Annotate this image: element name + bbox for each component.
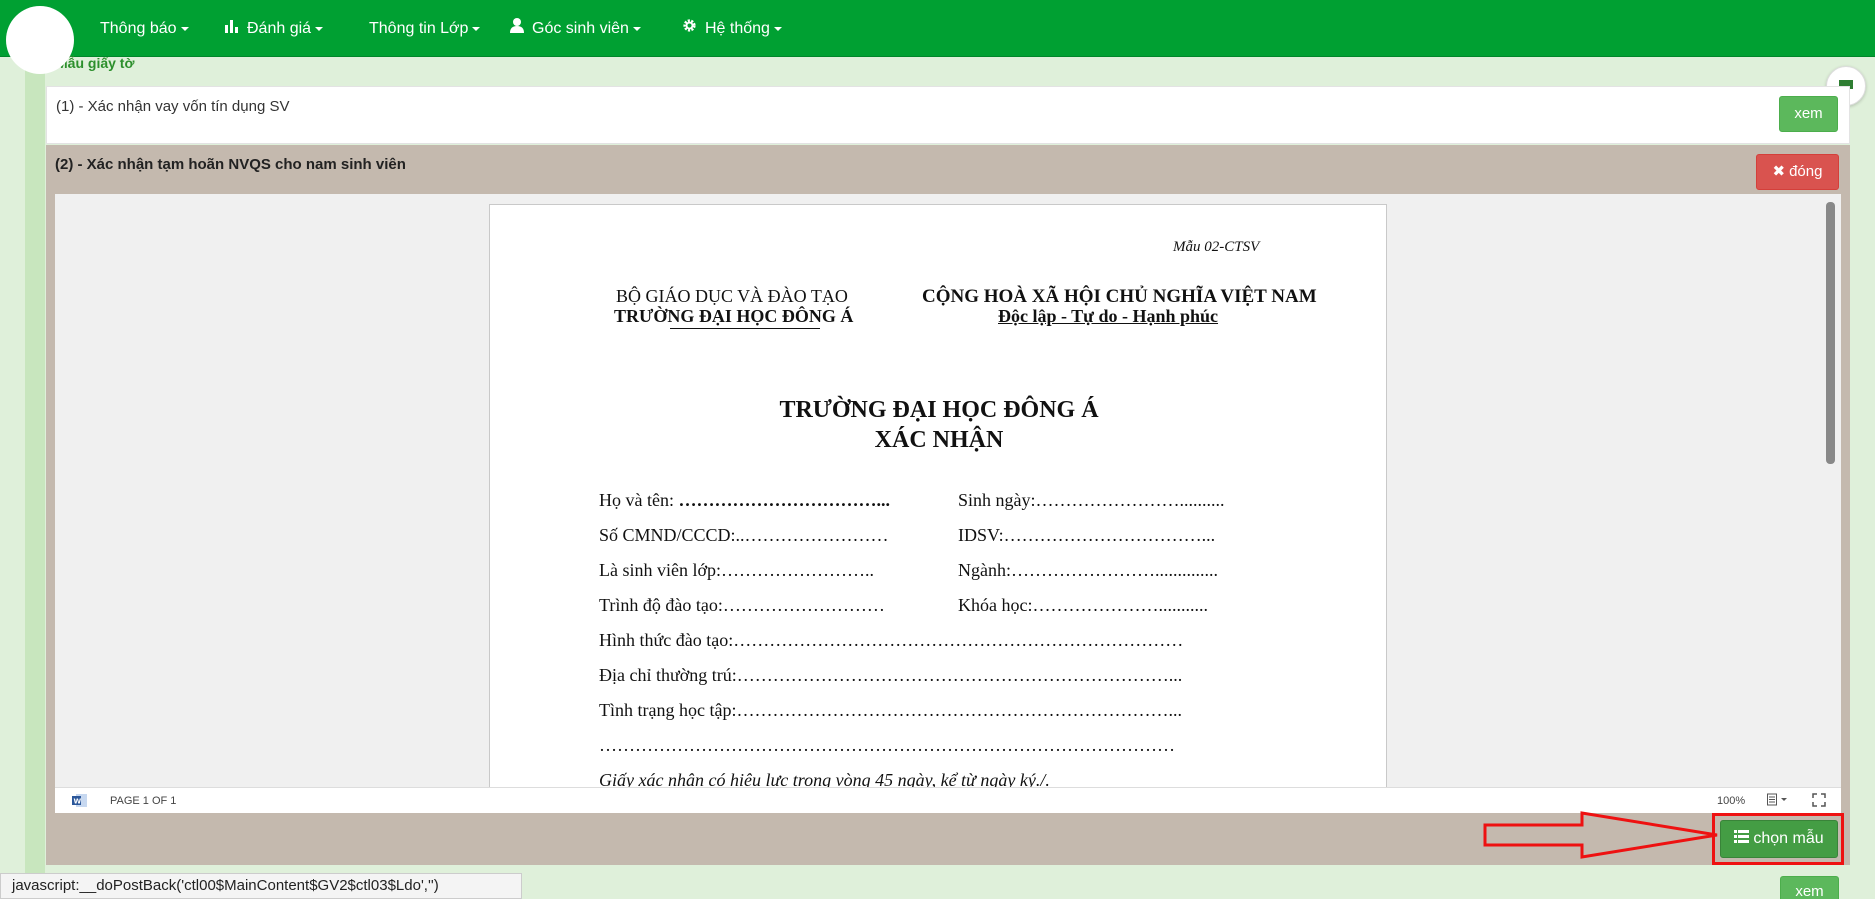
nav-goc-sinh-vien-label: Góc sinh viên (532, 20, 629, 37)
field-study-status: Tình trạng học tập:………………………………………………………… (599, 700, 1182, 720)
bar-chart-icon (225, 0, 239, 57)
form-item-2: (2) - Xác nhận tạm hoãn NVQS cho nam sin… (46, 145, 1850, 865)
view-button-1[interactable]: xem (1779, 96, 1838, 132)
caret-down-icon (472, 26, 481, 31)
header-underline (670, 328, 820, 329)
field-birth-date: Sinh ngày:…………………….......... (958, 490, 1225, 510)
choose-template-button[interactable]: chọn mẫu (1720, 820, 1838, 858)
school-header: TRƯỜNG ĐẠI HỌC ĐÔNG Á (614, 306, 854, 326)
fullscreen-icon[interactable] (1812, 793, 1826, 810)
document-title-school: TRƯỜNG ĐẠI HỌC ĐÔNG Á (779, 397, 1099, 423)
word-icon: W (72, 793, 87, 811)
close-icon: ✖ (1772, 163, 1786, 180)
gear-icon (682, 0, 697, 57)
view-button-3[interactable]: xem (1780, 876, 1839, 899)
user-icon (510, 0, 524, 57)
school-logo[interactable] (6, 6, 74, 74)
nav-thong-bao-label: Thông báo (100, 20, 177, 37)
ministry-name: BỘ GIÁO DỤC VÀ ĐÀO TẠO (616, 286, 848, 306)
field-full-name: Họ và tên: ……………………………... (599, 490, 890, 511)
nav-he-thong-label: Hệ thống (705, 20, 770, 37)
nav-he-thong[interactable]: Hệ thống (682, 0, 782, 57)
caret-down-icon (773, 26, 782, 31)
field-training-level: Trình độ đào tạo:……………………… (599, 595, 885, 615)
field-training-form: Hình thức đào tạo:…………………………………………………………… (599, 630, 1184, 650)
top-navbar: Thông báo Đánh giá Thông tin Lớp Góc sin… (0, 0, 1875, 57)
nav-thong-tin-lop-label: Thông tin Lớp (369, 20, 469, 37)
form-item-1: (1) - Xác nhận vay vốn tín dụng SV xem (46, 86, 1850, 144)
close-button[interactable]: ✖ đóng (1756, 154, 1839, 190)
caret-down-icon (632, 26, 641, 31)
document-page: Mẫu 02-CTSV BỘ GIÁO DỤC VÀ ĐÀO TẠO TRƯỜN… (489, 204, 1387, 804)
nav-danh-gia-label: Đánh giá (247, 20, 312, 37)
svg-text:W: W (74, 798, 82, 806)
field-class: Là sinh viên lớp:…………………….. (599, 560, 875, 580)
caret-down-icon (315, 26, 324, 31)
zoom-level[interactable]: 100% (1717, 795, 1745, 807)
national-motto: Độc lập - Tự do - Hạnh phúc (998, 306, 1219, 326)
nav-danh-gia[interactable]: Đánh giá (225, 0, 324, 57)
nav-goc-sinh-vien[interactable]: Góc sinh viên (510, 0, 641, 57)
choose-template-label: chọn mẫu (1753, 830, 1824, 848)
panel-side-strip (25, 57, 45, 899)
view-mode-icon[interactable] (1767, 793, 1789, 810)
nav-thong-tin-lop[interactable]: Thông tin Lớp (369, 0, 481, 57)
browser-status-bar: javascript:__doPostBack('ctl00$MainConte… (0, 873, 522, 899)
field-idsv: IDSV:……………………………... (958, 525, 1216, 545)
document-title: XÁC NHẬN (874, 427, 1004, 453)
caret-down-icon (180, 26, 189, 31)
form-item-2-label: (2) - Xác nhận tạm hoãn NVQS cho nam sin… (55, 156, 406, 173)
document-viewer[interactable]: Mẫu 02-CTSV BỘ GIÁO DỤC VÀ ĐÀO TẠO TRƯỜN… (55, 194, 1841, 813)
field-full-name-dots: ……………………………... (678, 490, 890, 510)
close-button-label: đóng (1789, 163, 1823, 180)
viewer-scrollbar[interactable] (1826, 202, 1835, 464)
annotation-arrow-icon (1483, 811, 1718, 859)
field-major: Ngành:…………………….............. (958, 560, 1218, 580)
page-indicator: PAGE 1 OF 1 (110, 795, 177, 807)
field-address: Địa chỉ thường trú:………………………………………………………… (599, 665, 1183, 685)
form-item-1-label: (1) - Xác nhận vay vốn tín dụng SV (56, 98, 290, 115)
field-extra-line: …………………………………………………………………………………… (599, 735, 1175, 755)
nav-thong-bao[interactable]: Thông báo (100, 0, 189, 57)
form-code: Mẫu 02-CTSV (1173, 239, 1260, 255)
list-icon (1734, 821, 1750, 857)
field-course: Khóa học:…………………........... (958, 595, 1208, 615)
republic-name: CỘNG HOÀ XÃ HỘI CHỦ NGHĨA VIỆT NAM (922, 286, 1317, 307)
field-id-card: Số CMND/CCCD:..…………………… (599, 525, 889, 545)
field-full-name-label: Họ và tên: (599, 490, 679, 510)
